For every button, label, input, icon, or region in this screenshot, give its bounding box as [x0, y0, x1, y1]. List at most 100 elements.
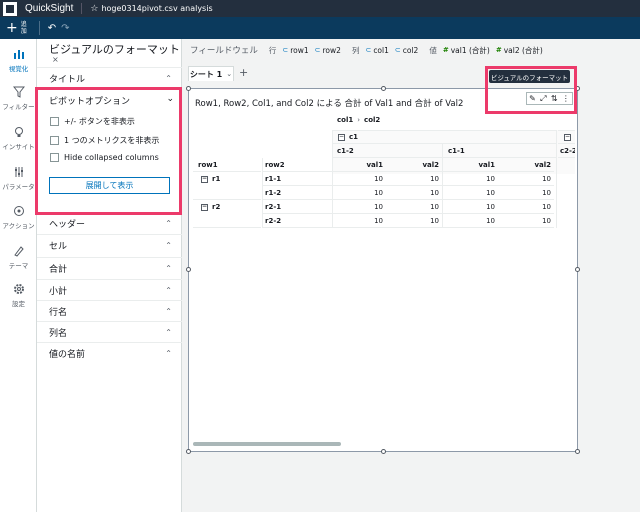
top-bar: QuickSight ☆ hoge0314pivot.csv analysis	[0, 0, 640, 17]
rail-item-visualize[interactable]: 視覚化	[0, 47, 37, 73]
section-subtotal[interactable]: 小計 ⌃	[37, 279, 182, 300]
section-label: セル	[49, 241, 68, 252]
value-cell[interactable]: 10	[386, 186, 442, 200]
value-cell[interactable]: 10	[498, 200, 554, 214]
field-pill-col1[interactable]: ⊂ col1	[365, 46, 388, 55]
value-header[interactable]: val2	[386, 158, 442, 172]
value-cell[interactable]: 10	[332, 214, 386, 228]
section-header[interactable]: ヘッダー ⌃	[37, 212, 182, 233]
row2-cell[interactable]: r1-2	[262, 186, 332, 200]
row1-cell[interactable]: − r2	[193, 200, 261, 214]
row1-cell[interactable]	[193, 186, 261, 200]
add-button[interactable]: + 追 加	[6, 21, 27, 35]
resize-handle[interactable]	[186, 86, 191, 91]
row-label: r2	[212, 203, 221, 211]
undo-icon[interactable]: ↶	[48, 23, 56, 34]
row-label: r1	[212, 175, 221, 183]
themes-icon	[13, 246, 24, 257]
resize-handle[interactable]	[575, 267, 580, 272]
close-icon[interactable]: ×	[52, 55, 59, 64]
value-cell[interactable]: 10	[443, 214, 498, 228]
chevron-down-icon[interactable]: ⌄	[226, 70, 232, 78]
rail-item-parameters[interactable]: パラメータ	[0, 165, 37, 191]
value-cell[interactable]: 10	[443, 186, 498, 200]
rail-item-filter[interactable]: フィルター	[0, 85, 37, 111]
parameters-icon	[14, 167, 23, 177]
field-pill-col2[interactable]: ⊂ col2	[395, 46, 418, 55]
resize-handle[interactable]	[186, 267, 191, 272]
section-cell[interactable]: セル ⌃	[37, 234, 182, 255]
field-pill-val2[interactable]: # val2 (合計)	[496, 45, 543, 56]
collapse-icon[interactable]: −	[338, 133, 345, 141]
col1-header-c2[interactable]: −	[558, 130, 575, 144]
highlight-box	[35, 87, 182, 215]
breadcrumb-col1[interactable]: col1	[337, 116, 353, 124]
row1-cell[interactable]: − r1	[193, 172, 261, 186]
resize-handle[interactable]	[186, 449, 191, 454]
section-value-names[interactable]: 値の名前 ⌃	[37, 342, 182, 363]
value-header[interactable]: val2	[498, 158, 554, 172]
field-pill-row2[interactable]: ⊂ row2	[315, 46, 341, 55]
col1-header-c1[interactable]: − c1	[332, 130, 556, 144]
value-cell[interactable]: 10	[386, 200, 442, 214]
value-cell[interactable]: 10	[498, 214, 554, 228]
rail-item-themes[interactable]: テーマ	[0, 244, 37, 270]
value-cell[interactable]: 10	[386, 214, 442, 228]
value-cell[interactable]: 10	[443, 200, 498, 214]
section-row-names[interactable]: 行名 ⌃	[37, 300, 182, 321]
col2-header[interactable]: c1-2	[332, 144, 442, 158]
resize-handle[interactable]	[575, 449, 580, 454]
collapse-icon[interactable]: −	[201, 203, 208, 211]
value-cell[interactable]: 10	[332, 186, 386, 200]
section-label: 合計	[49, 264, 68, 275]
rail-label: アクション	[2, 222, 35, 230]
redo-icon[interactable]: ↷	[61, 23, 69, 34]
resize-handle[interactable]	[381, 449, 386, 454]
value-cell[interactable]: 10	[332, 172, 386, 186]
star-icon[interactable]: ☆	[90, 4, 98, 14]
row2-cell[interactable]: r2-1	[262, 200, 332, 214]
row-header-row1[interactable]: row1	[193, 158, 261, 172]
add-sheet-button[interactable]: +	[239, 66, 248, 79]
value-cell[interactable]: 10	[498, 186, 554, 200]
field-pill-val1[interactable]: # val1 (合計)	[443, 45, 490, 56]
pill-label: row1	[290, 45, 309, 55]
horizontal-scrollbar[interactable]	[193, 442, 341, 446]
measure-icon: #	[442, 46, 449, 54]
rail-item-actions[interactable]: アクション	[0, 204, 37, 230]
chevron-up-icon: ⌃	[165, 73, 172, 83]
field-wells-title[interactable]: フィールドウェル	[190, 44, 258, 56]
row2-cell[interactable]: r1-1	[262, 172, 332, 186]
col2-header[interactable]: c1-1	[443, 144, 556, 158]
resize-handle[interactable]	[381, 86, 386, 91]
section-column-names[interactable]: 列名 ⌃	[37, 321, 182, 342]
rail-item-settings[interactable]: 設定	[0, 282, 37, 308]
breadcrumb-col2[interactable]: col2	[364, 116, 380, 124]
filter-icon	[12, 86, 25, 98]
quicksight-logo[interactable]	[3, 1, 17, 16]
value-cell[interactable]: 10	[443, 172, 498, 186]
rail-item-insights[interactable]: インサイト	[0, 125, 37, 151]
section-title[interactable]: タイトル ⌃	[37, 67, 182, 88]
col2-header[interactable]: c2-2	[558, 144, 575, 158]
collapse-icon[interactable]: −	[201, 175, 208, 183]
sheet-tab[interactable]: シート 1 ⌄	[188, 66, 234, 81]
toolbar: + 追 加 ↶ ↷	[0, 17, 640, 39]
value-cell[interactable]: 10	[498, 172, 554, 186]
row-header-row2[interactable]: row2	[262, 158, 332, 172]
value-header[interactable]: val1	[332, 158, 386, 172]
row2-cell[interactable]: r2-2	[262, 214, 332, 228]
app-name[interactable]: QuickSight	[25, 3, 73, 14]
value-cell[interactable]: 10	[332, 200, 386, 214]
value-cell[interactable]: 10	[386, 172, 442, 186]
row1-cell[interactable]	[193, 214, 261, 228]
collapse-icon[interactable]: −	[564, 133, 571, 141]
analysis-title[interactable]: hoge0314pivot.csv analysis	[101, 4, 212, 13]
chevron-up-icon: ⌃	[165, 218, 172, 228]
pill-label: col1	[373, 45, 389, 55]
add-label-2: 加	[20, 28, 27, 35]
section-total[interactable]: 合計 ⌃	[37, 257, 182, 278]
field-pill-row1[interactable]: ⊂ row1	[282, 46, 308, 55]
visual-title[interactable]: Row1, Row2, Col1, and Col2 による 合計 of Val…	[195, 97, 463, 109]
value-header[interactable]: val1	[443, 158, 498, 172]
